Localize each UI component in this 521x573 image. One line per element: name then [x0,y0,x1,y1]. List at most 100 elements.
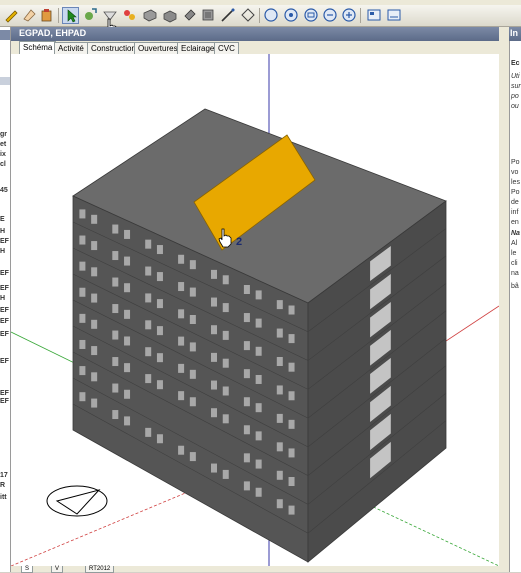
view-icon[interactable] [366,7,382,23]
window [124,416,131,426]
left-panel-text-8: H [0,248,6,255]
window [79,261,86,271]
left-panel-text-3: cl [0,161,6,168]
window [276,300,283,310]
window [178,445,185,455]
window [243,284,250,294]
camera-icon[interactable] [386,7,402,23]
right-panel-text-8: Po [511,189,520,196]
window [145,239,152,249]
window [156,272,163,282]
window [255,318,262,328]
window [91,293,98,303]
tab-activite[interactable]: Activité [54,42,88,54]
window [255,346,262,356]
move-icon[interactable] [82,7,98,23]
window [156,434,163,444]
right-panel-title: In [510,28,518,38]
window [124,229,131,239]
window [124,363,131,373]
3d-scene[interactable] [11,54,499,566]
window [145,320,152,330]
window [211,408,217,418]
left-panel-text-4: 45 [0,187,8,194]
window [222,303,229,313]
window [243,369,250,379]
left-panel-text-11: H [0,295,6,302]
tab-schema[interactable]: Schéma [19,41,57,54]
zoom-in-icon[interactable] [263,7,279,23]
window [288,391,295,401]
callout-two: 2 [236,236,243,248]
eraser-icon[interactable] [21,7,37,23]
window [189,369,196,379]
window [276,470,283,480]
window [276,442,283,452]
window [189,260,196,270]
zoom-icon[interactable] [240,7,256,23]
tab-construction[interactable]: Construction [87,42,140,54]
window [145,427,152,437]
right-panel-text-11: en [511,219,519,226]
window [222,386,229,396]
right-panel-text-10: inf [511,209,519,216]
window [288,334,295,344]
rotate-icon[interactable] [162,7,178,23]
window [276,385,283,395]
zoom-next-icon[interactable] [341,7,357,23]
window [79,209,86,219]
panel-title: EGPAD, EHPAD [19,28,87,38]
stack-icon[interactable] [200,7,216,23]
splitter[interactable] [499,27,509,572]
left-panel-text-5: E [0,216,5,223]
compass-icon[interactable] [46,485,108,517]
tab-cvc[interactable]: CVC [214,42,239,54]
window [255,290,262,300]
pencil-icon[interactable] [3,7,19,23]
window [276,413,283,423]
toolbar [0,5,521,27]
window [255,431,262,441]
window [112,251,119,261]
window [91,267,98,277]
window [112,357,119,367]
window [124,256,131,266]
window [288,505,295,515]
tab-bar: Schéma Activité Construction Ouvertures … [11,41,499,54]
right-panel-text-15: cli [511,260,518,267]
zoom-extents-icon[interactable] [283,7,299,23]
bottom-tab-bar: S V RT2012 [11,566,499,573]
tab-ouvertures[interactable]: Ouvertures [134,42,182,54]
left-panel-text-15: EF [0,358,9,365]
orbit-icon[interactable] [122,7,138,23]
window [189,342,196,352]
window [222,414,229,424]
hand-cursor-icon [218,228,232,248]
window [79,339,86,349]
window [112,410,119,420]
zoom-window-icon[interactable] [303,7,319,23]
window [189,314,196,324]
window [91,319,98,329]
tab-eclairage[interactable]: Eclairage [177,42,219,54]
paint-bucket-icon[interactable] [39,7,55,23]
zoom-previous-icon[interactable] [322,7,338,23]
right-panel-text-14: le [511,250,517,257]
select-arrow-icon[interactable] [62,7,79,24]
window [189,397,196,407]
window [112,224,119,234]
window [156,353,163,363]
right-panel-text-7: les [511,179,520,186]
push-pull-icon[interactable] [142,7,158,23]
right-panel-text-2: sur [511,83,521,90]
left-panel-text-12: EF [0,307,9,314]
right-panel: Ec Uti sur po ou Po vo les Po de inf en Na Al le cli na b… [509,27,521,572]
window [79,287,86,297]
extrude-icon[interactable] [182,7,198,23]
window [276,357,283,367]
3d-viewport[interactable] [11,54,499,566]
window [178,391,185,401]
right-panel-text-0: Ec [511,60,520,67]
line-tool-icon[interactable] [220,7,236,23]
window [156,326,163,336]
